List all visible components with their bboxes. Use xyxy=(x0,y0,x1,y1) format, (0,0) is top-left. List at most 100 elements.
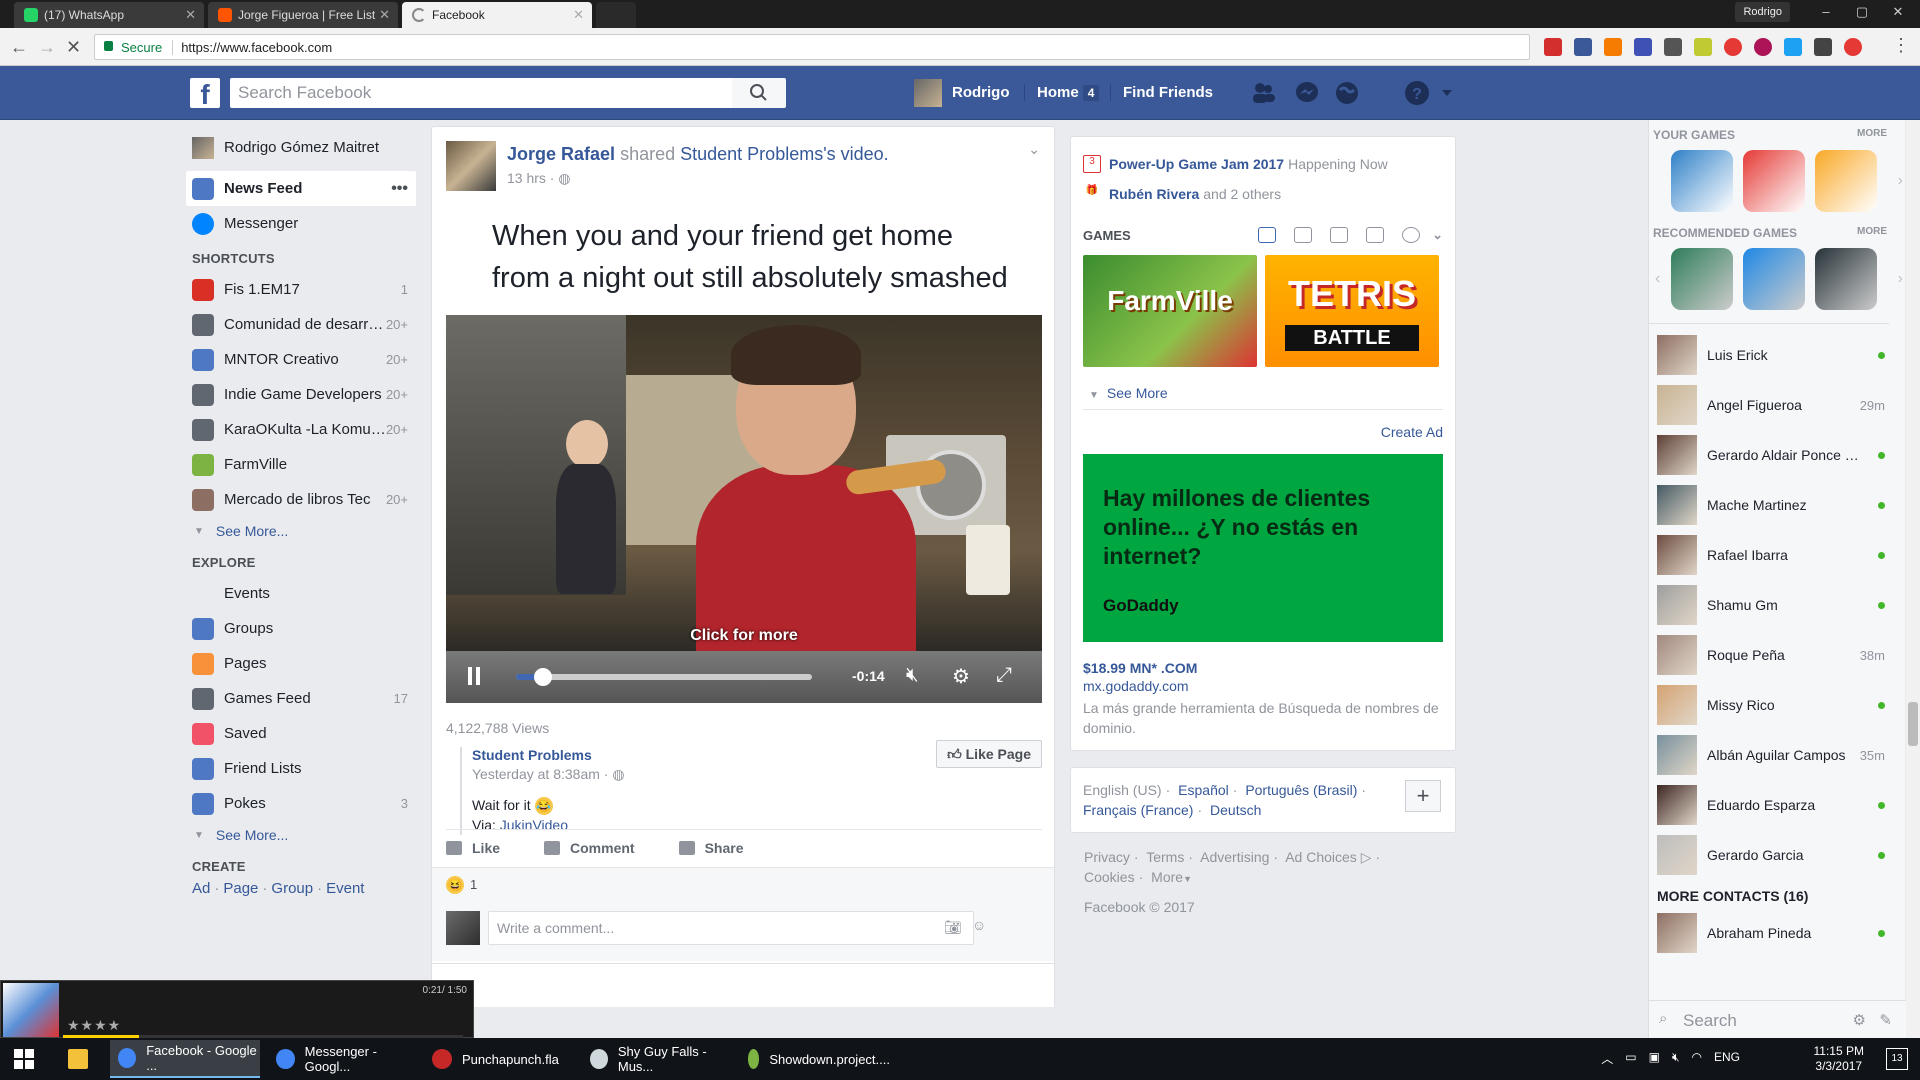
chat-contact[interactable]: Mache Martinez xyxy=(1649,480,1905,530)
chevron-up-icon[interactable]: ︿ xyxy=(1601,1050,1613,1067)
sponsored-ad-image[interactable]: Hay millones de clientes online... ¿Y no… xyxy=(1083,454,1443,642)
click-for-more-overlay[interactable]: Click for more xyxy=(446,627,1042,645)
shared-page-link[interactable]: Student Problems xyxy=(472,747,880,763)
windows-start-icon[interactable] xyxy=(14,1049,34,1069)
network-icon[interactable]: ▣ xyxy=(1649,1050,1660,1067)
scrollbar-thumb[interactable] xyxy=(1908,702,1918,746)
media-player-widget[interactable]: ★★★★ 0:21/ 1:50 xyxy=(0,980,474,1038)
sidebar-item-mntor-creativo[interactable]: MNTOR Creativo 20+ xyxy=(186,342,416,377)
action-center-icon[interactable]: 13 xyxy=(1886,1048,1908,1070)
language-link[interactable]: Français (France) xyxy=(1083,802,1193,818)
ad-domain[interactable]: mx.godaddy.com xyxy=(1083,678,1443,694)
sidebar-item-groups[interactable]: Groups xyxy=(186,611,416,646)
browser-profile[interactable]: Rodrigo xyxy=(1735,2,1790,22)
maximize-button[interactable]: ▢ xyxy=(1848,2,1876,24)
extension-icon[interactable] xyxy=(1694,38,1712,56)
close-window-button[interactable]: ✕ xyxy=(1884,2,1912,24)
create-group-link[interactable]: Group xyxy=(271,880,313,897)
language-link[interactable]: Português (Brasil) xyxy=(1245,782,1357,798)
stop-loading-icon[interactable]: ✕ xyxy=(66,37,81,58)
browser-tab-facebook[interactable]: Facebook ✕ xyxy=(402,2,592,28)
post-author-link[interactable]: Jorge Rafael xyxy=(507,144,615,164)
post-time[interactable]: 13 hrs · ◍ xyxy=(507,170,571,187)
post-source-link[interactable]: Student Problems xyxy=(680,144,823,164)
home-link[interactable]: Home 4 xyxy=(1024,84,1100,101)
chat-search-input[interactable]: ⌕ Search ⚙ ✎ xyxy=(1649,1000,1906,1038)
avatar[interactable] xyxy=(914,79,942,107)
footer-link[interactable]: Terms xyxy=(1146,849,1184,865)
volume-muted-icon[interactable]: 🔇︎ xyxy=(1672,1050,1680,1067)
sidebar-item-events[interactable]: Events xyxy=(186,576,416,611)
emoji-picker-icon[interactable]: ☺ xyxy=(972,917,986,933)
messenger-icon[interactable] xyxy=(1294,80,1320,106)
chat-contact[interactable]: Gerardo Aldair Ponce … xyxy=(1649,430,1905,480)
event-item[interactable]: 3 Power-Up Game Jam 2017 Happening Now xyxy=(1083,149,1443,179)
game-icon-bird[interactable] xyxy=(1743,248,1805,310)
game-icon-tetris-battle[interactable] xyxy=(1743,150,1805,212)
birthday-item[interactable]: 🎁 Rubén Rivera and 2 others xyxy=(1083,179,1443,209)
your-games-more-link[interactable]: MORE xyxy=(1857,128,1887,142)
taskbar-app-button[interactable]: Showdown.project.... xyxy=(740,1040,890,1078)
footer-link[interactable]: Advertising xyxy=(1200,849,1269,865)
see-more-games-link[interactable]: ▼ See More xyxy=(1083,385,1443,410)
footer-link[interactable]: Privacy xyxy=(1084,849,1130,865)
create-event-link[interactable]: Event xyxy=(326,880,364,897)
sidebar-item-karaokulta-la-komu[interactable]: KaraOKulta -La Komu… 20+ xyxy=(186,412,416,447)
sidebar-item-friend-lists[interactable]: Friend Lists xyxy=(186,751,416,786)
sidebar-item-mercado-de-libros-tec[interactable]: Mercado de libros Tec 20+ xyxy=(186,482,416,517)
chat-contact[interactable]: Roque Peña 38m xyxy=(1649,630,1905,680)
url-input[interactable]: Secure https://www.facebook.com xyxy=(94,34,1530,60)
settings-gear-icon[interactable]: ⚙ xyxy=(952,664,970,689)
account-menu-chevron-icon[interactable] xyxy=(1440,80,1454,106)
rss-extension-icon[interactable] xyxy=(1604,38,1622,56)
comment-button[interactable]: Comment xyxy=(544,840,635,856)
add-language-button[interactable]: + xyxy=(1405,780,1441,812)
browser-tab-whatsapp[interactable]: (17) WhatsApp ✕ xyxy=(14,2,204,28)
page-scrollbar[interactable] xyxy=(1906,120,1920,1038)
chat-contact[interactable]: Abraham Pineda xyxy=(1649,908,1905,958)
chevron-left-icon[interactable]: ‹ xyxy=(1655,270,1660,288)
search-button[interactable] xyxy=(732,78,786,108)
footer-link[interactable]: Cookies xyxy=(1084,869,1135,885)
chevron-right-icon[interactable]: › xyxy=(1898,270,1903,288)
comment-input[interactable]: Write a comment... xyxy=(488,911,974,945)
language-link[interactable]: Español xyxy=(1178,782,1229,798)
forward-icon[interactable]: → xyxy=(38,37,56,58)
reactions-bar[interactable]: 😆 1 xyxy=(432,867,1054,901)
sidebar-item-saved[interactable]: Saved xyxy=(186,716,416,751)
taskbar-app-button[interactable]: Punchapunch.fla xyxy=(424,1040,574,1078)
game-icon-warrior[interactable] xyxy=(1671,248,1733,310)
find-friends-link[interactable]: Find Friends xyxy=(1110,84,1213,101)
twitter-extension-icon[interactable] xyxy=(1784,38,1802,56)
extension-icon[interactable] xyxy=(1754,38,1772,56)
friend-requests-icon[interactable] xyxy=(1250,80,1276,106)
bookmark-icon[interactable] xyxy=(1258,227,1277,243)
facebook-extension-icon[interactable] xyxy=(1574,38,1592,56)
create-page-link[interactable]: Page xyxy=(223,880,258,897)
chat-contact[interactable]: Eduardo Esparza xyxy=(1649,780,1905,830)
sidebar-item-comunidad-de-desarr[interactable]: Comunidad de desarr… 20+ xyxy=(186,307,416,342)
new-tab-button[interactable] xyxy=(596,2,636,28)
sidebar-item-messenger[interactable]: Messenger xyxy=(186,206,416,241)
see-more-explore-link[interactable]: ▼ See More... xyxy=(186,821,416,849)
footer-link[interactable]: More xyxy=(1151,869,1183,885)
sidebar-item-games-feed[interactable]: Games Feed 17 xyxy=(186,681,416,716)
extension-icon[interactable] xyxy=(1634,38,1652,56)
like-button[interactable]: Like xyxy=(446,840,500,856)
footer-link[interactable]: Ad Choices xyxy=(1285,849,1357,865)
taskbar-app-button[interactable]: Facebook - Google ... xyxy=(110,1040,260,1078)
chat-contact[interactable]: Luis Erick xyxy=(1649,330,1905,380)
game-icon-tetris-blitz[interactable] xyxy=(1815,150,1877,212)
sidebar-item-fis-1-em17[interactable]: Fis 1.EM17 1 xyxy=(186,272,416,307)
taskbar-app-button[interactable]: Messenger - Googl... xyxy=(268,1040,418,1078)
back-icon[interactable]: ← xyxy=(10,37,28,58)
share-button[interactable]: Share xyxy=(678,840,744,856)
sidebar-item-indie-game-developers[interactable]: Indie Game Developers 20+ xyxy=(186,377,416,412)
game-icon-8-ball-pool[interactable] xyxy=(1815,248,1877,310)
help-icon[interactable]: ? xyxy=(1404,80,1430,106)
close-icon[interactable]: ✕ xyxy=(379,7,390,23)
chat-contact[interactable]: Missy Rico xyxy=(1649,680,1905,730)
game-tile-tetris-battle[interactable]: TETRIS BATTLE xyxy=(1265,255,1439,367)
trending-icon[interactable] xyxy=(1402,227,1421,243)
chat-contact[interactable]: Rafael Ibarra xyxy=(1649,530,1905,580)
